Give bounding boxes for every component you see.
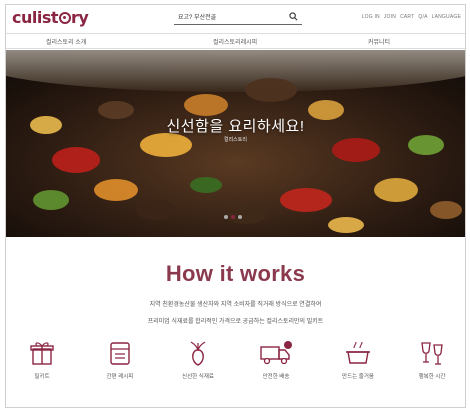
cooking-pot-icon xyxy=(346,341,370,364)
recipe-book-icon xyxy=(110,342,130,365)
delivery-truck-icon xyxy=(260,341,292,365)
section-desc-line1: 지역 친환경농산물 생산자와 지역 소비자를 직거래 방식으로 연결하여 xyxy=(149,302,322,308)
feature-list: 밀키트 간편 레시피 신선한 식재료 안전한 배송 만드는 즐거움 행복한 시간 xyxy=(6,340,465,407)
hero-title: 신선함을 요리하세요! xyxy=(166,118,305,135)
slide-dot-3[interactable] xyxy=(238,215,242,219)
logo-text-pre: culist xyxy=(12,8,59,27)
slide-dot-1[interactable] xyxy=(224,215,228,219)
feature-label: 행복한 시간 xyxy=(418,374,446,380)
feature-item: 간편 레시피 xyxy=(88,340,152,380)
feature-label: 간편 레시피 xyxy=(106,374,134,380)
qa-link[interactable]: Q/A xyxy=(418,14,427,20)
nav-item-community[interactable]: 커뮤니티 xyxy=(368,37,390,46)
search-bar[interactable]: 요고? 부산전골 xyxy=(174,11,302,25)
search-icon[interactable] xyxy=(289,12,298,21)
join-link[interactable]: JOIN xyxy=(384,14,396,20)
util-links: LOG IN JOIN CART Q/A LANGUAGE xyxy=(362,14,461,20)
feature-item: 행복한 시간 xyxy=(400,340,464,380)
slider-dots xyxy=(224,215,242,219)
hero-food-image xyxy=(6,50,465,237)
hero-subtitle: 컬리스토리 xyxy=(223,137,247,143)
vegetable-icon xyxy=(190,341,206,366)
feature-item: 만드는 즐거움 xyxy=(326,340,390,380)
nav-item-recipe[interactable]: 컬리스토리레시피 xyxy=(213,37,257,46)
wine-glasses-icon xyxy=(421,342,443,365)
feature-item: 안전한 배송 xyxy=(244,340,308,380)
page: culist ry 요고? 부산전골 LOG IN JOIN CART Q/A L… xyxy=(5,4,466,408)
gift-box-icon xyxy=(30,342,54,365)
feature-label: 안전한 배송 xyxy=(262,374,290,380)
language-link[interactable]: LANGUAGE xyxy=(432,14,461,20)
header: culist ry 요고? 부산전골 LOG IN JOIN CART Q/A L… xyxy=(6,5,465,29)
slide-dot-2[interactable] xyxy=(231,215,235,219)
hero-banner[interactable]: 신선함을 요리하세요! 컬리스토리 xyxy=(6,50,465,237)
logo-text-post: ry xyxy=(71,8,89,27)
feature-label: 신선한 식재료 xyxy=(182,374,214,380)
login-link[interactable]: LOG IN xyxy=(362,14,380,20)
search-input[interactable]: 요고? 부산전골 xyxy=(178,12,216,21)
feature-label: 밀키트 xyxy=(34,374,50,380)
logo[interactable]: culist ry xyxy=(12,8,89,27)
logo-o-mark xyxy=(58,12,71,24)
nav-item-about[interactable]: 컬리스토리 소개 xyxy=(46,37,86,46)
feature-item: 밀키트 xyxy=(10,340,74,380)
main-nav: 컬리스토리 소개 컬리스토리레시피 커뮤니티 xyxy=(6,33,465,49)
section-desc-line2: 프리미엄 식재료를 합리적인 가격으로 공급하는 컬리스토리만의 밀키트 xyxy=(147,319,324,325)
feature-label: 만드는 즐거움 xyxy=(342,374,374,380)
section-title: How it works xyxy=(165,261,306,286)
cart-link[interactable]: CART xyxy=(400,14,414,20)
feature-item: 신선한 식재료 xyxy=(166,340,230,380)
